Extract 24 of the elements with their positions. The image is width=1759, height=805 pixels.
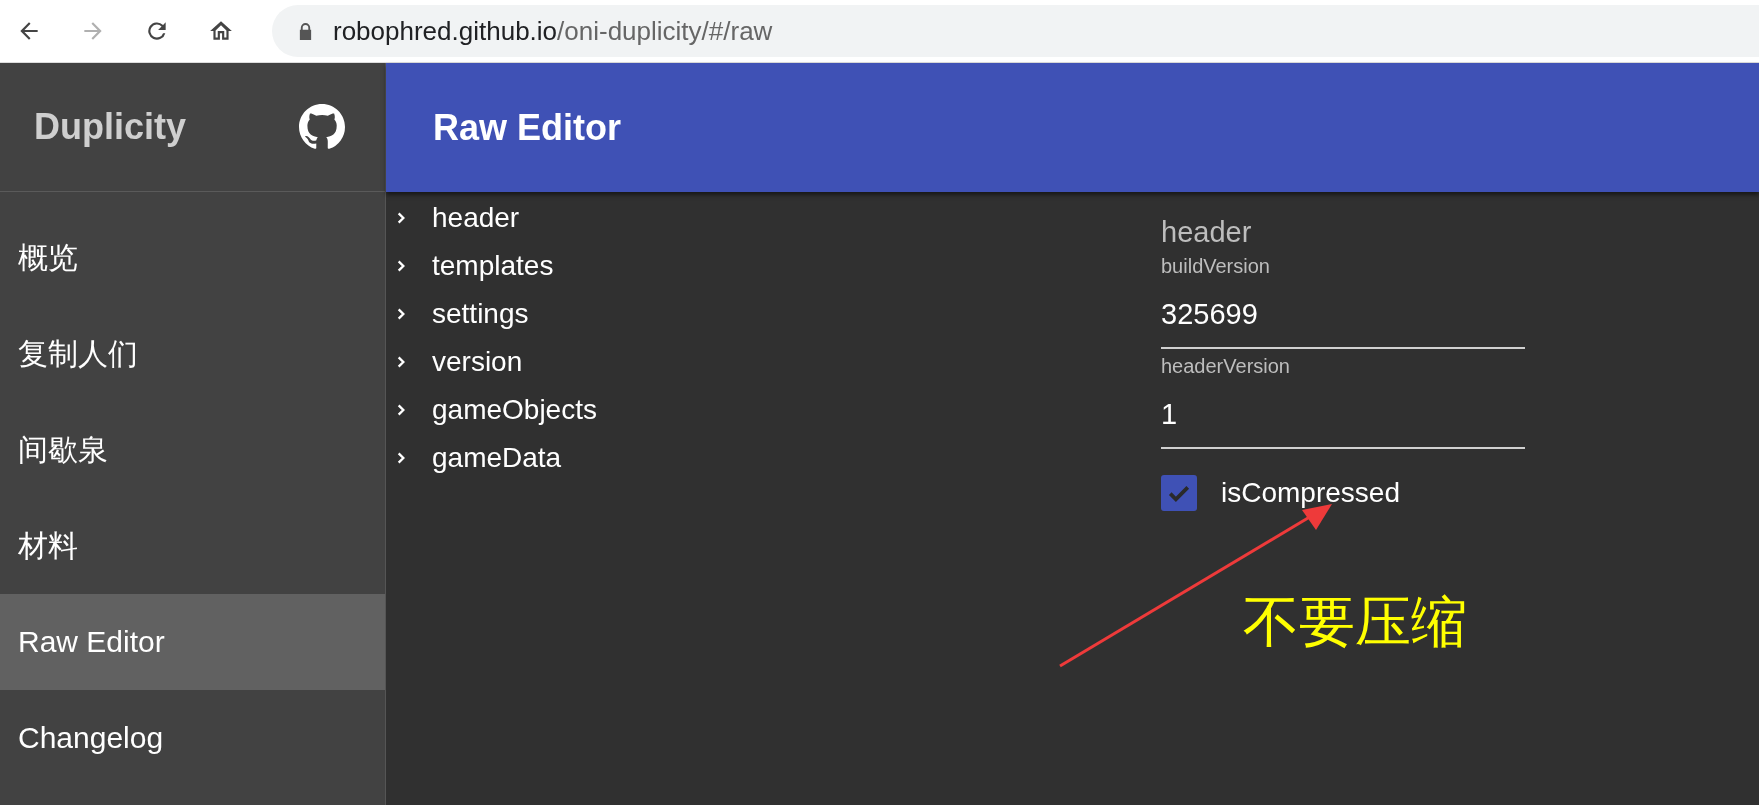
section-title: header xyxy=(1161,216,1253,249)
github-icon[interactable] xyxy=(299,104,345,150)
app-title: Duplicity xyxy=(34,106,186,148)
sidebar-item[interactable]: 概览 xyxy=(0,210,385,306)
lock-icon xyxy=(298,22,313,40)
tree-item[interactable]: header xyxy=(386,194,1161,242)
tree-item[interactable]: gameObjects xyxy=(386,386,1161,434)
sidebar-item[interactable]: 间歇泉 xyxy=(0,402,385,498)
tree-item[interactable]: settings xyxy=(386,290,1161,338)
annotation-text: 不要压缩 xyxy=(1243,588,1467,656)
text-field[interactable]: buildVersion 325699 xyxy=(1161,249,1525,349)
sidebar-item[interactable]: Raw Editor xyxy=(0,594,385,690)
url-text: robophred.github.io/oni-duplicity/#/raw xyxy=(333,15,773,47)
sidebar-item[interactable]: 复制人们 xyxy=(0,306,385,402)
text-field[interactable]: headerVersion 1 xyxy=(1161,349,1525,449)
tree-item[interactable]: gameData xyxy=(386,434,1161,482)
page-title: Raw Editor xyxy=(433,106,621,149)
tree-item[interactable]: version xyxy=(386,338,1161,386)
sidebar-item[interactable]: Changelog xyxy=(0,690,385,786)
checkbox[interactable] xyxy=(1161,475,1197,511)
tree-item[interactable]: templates xyxy=(386,242,1161,290)
address-bar[interactable]: robophred.github.io/oni-duplicity/#/raw xyxy=(272,5,1759,57)
sidebar-item[interactable]: 材料 xyxy=(0,498,385,594)
checkbox-label: isCompressed xyxy=(1221,477,1400,509)
